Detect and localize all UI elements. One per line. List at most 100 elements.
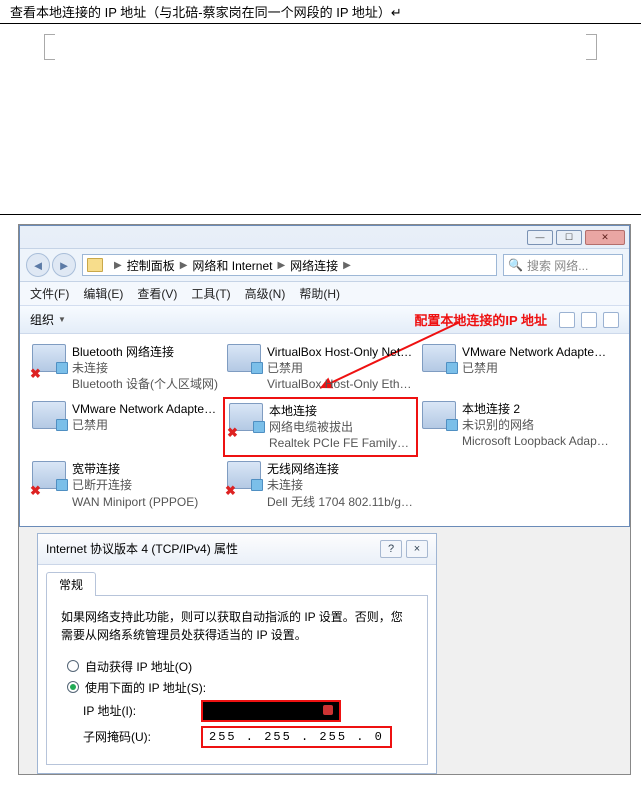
maximize-button[interactable]: ☐ xyxy=(556,230,582,245)
screenshot-container: — ☐ ✕ ◄ ► ▶ 控制面板 ▶ 网络和 Internet ▶ 网络连接 ▶ xyxy=(18,224,631,775)
connection-title: VirtualBox Host-Only Network xyxy=(267,344,414,360)
connection-title: 宽带连接 xyxy=(72,461,198,477)
chevron-right-icon: ▶ xyxy=(277,260,285,271)
subnet-mask-label: 子网掩码(U): xyxy=(83,728,193,745)
connection-item[interactable]: ✖无线网络连接未连接Dell 无线 1704 802.11b/g/n (2... xyxy=(223,457,418,514)
breadcrumb-item[interactable]: 网络连接 xyxy=(290,257,338,274)
menu-advanced[interactable]: 高级(N) xyxy=(245,285,286,302)
annotation-text: 配置本地连接的IP 地址 xyxy=(414,310,547,329)
tab-strip: 常规 xyxy=(38,565,436,595)
folder-icon xyxy=(87,258,103,272)
view-icon-button[interactable] xyxy=(581,312,597,328)
connection-detail: VirtualBox Host-Only Ethernet ... xyxy=(267,376,414,392)
menu-edit[interactable]: 编辑(E) xyxy=(83,285,123,302)
network-adapter-icon: ✖ xyxy=(229,403,263,437)
connection-text: 本地连接 2未识别的网络Microsoft Loopback Adapter xyxy=(462,401,609,450)
chevron-right-icon: ▶ xyxy=(180,260,188,271)
connection-title: 本地连接 xyxy=(269,403,412,419)
dialog-description: 如果网络支持此功能，则可以获取自动指派的 IP 设置。否则，您需要从网络系统管理… xyxy=(61,608,413,644)
connection-detail: Microsoft Loopback Adapter xyxy=(462,433,609,449)
menu-tools[interactable]: 工具(T) xyxy=(191,285,230,302)
connection-item[interactable]: VirtualBox Host-Only Network已禁用VirtualBo… xyxy=(223,340,418,397)
connection-status: 网络电缆被拔出 xyxy=(269,419,412,435)
network-adapter-icon xyxy=(32,401,66,435)
chevron-right-icon: ▶ xyxy=(114,260,122,271)
help-icon[interactable] xyxy=(603,312,619,328)
tab-general[interactable]: 常规 xyxy=(46,572,96,596)
connection-detail: Realtek PCIe FE Family Control... xyxy=(269,435,412,451)
connection-text: Bluetooth 网络连接未连接Bluetooth 设备(个人区域网) xyxy=(72,344,218,393)
subnet-mask-field[interactable]: 255 . 255 . 255 . 0 xyxy=(201,726,392,748)
ip-address-label: IP 地址(I): xyxy=(83,702,193,719)
error-x-icon: ✖ xyxy=(30,366,41,382)
network-adapter-icon: ✖ xyxy=(32,461,66,495)
connection-title: VMware Network Adapter VMnet8 xyxy=(72,401,219,417)
connection-detail: Bluetooth 设备(个人区域网) xyxy=(72,376,218,392)
breadcrumb-item[interactable]: 控制面板 xyxy=(127,257,175,274)
ip-address-field[interactable] xyxy=(201,700,341,722)
error-x-icon: ✖ xyxy=(225,483,236,499)
connection-title: VMware Network Adapter VMnet1 xyxy=(462,344,609,360)
close-button[interactable]: × xyxy=(406,540,428,558)
menu-file[interactable]: 文件(F) xyxy=(30,285,69,302)
tab-panel: 如果网络支持此功能，则可以获取自动指派的 IP 设置。否则，您需要从网络系统管理… xyxy=(46,595,428,765)
radio-icon xyxy=(67,660,79,672)
connection-status: 未识别的网络 xyxy=(462,417,609,433)
view-mode-buttons xyxy=(559,312,619,328)
explorer-window: — ☐ ✕ ◄ ► ▶ 控制面板 ▶ 网络和 Internet ▶ 网络连接 ▶ xyxy=(19,225,630,527)
nav-back-button[interactable]: ◄ xyxy=(26,253,50,277)
organize-button[interactable]: 组织 ▼ xyxy=(30,311,66,328)
network-adapter-icon: ✖ xyxy=(227,461,261,495)
doc-separator xyxy=(0,214,641,224)
search-input[interactable]: 🔍 搜索 网络... xyxy=(503,254,623,276)
dialog-title: Internet 协议版本 4 (TCP/IPv4) 属性 xyxy=(46,540,376,557)
connection-text: 宽带连接已断开连接WAN Miniport (PPPOE) xyxy=(72,461,198,510)
error-x-icon: ✖ xyxy=(227,425,238,441)
connection-item[interactable]: 本地连接 2未识别的网络Microsoft Loopback Adapter xyxy=(418,397,613,458)
organize-label: 组织 xyxy=(30,311,54,328)
connection-status: 未连接 xyxy=(267,477,414,493)
network-adapter-icon xyxy=(422,401,456,435)
breadcrumb-item[interactable]: 网络和 Internet xyxy=(192,257,272,274)
connection-text: VMware Network Adapter VMnet8已禁用 xyxy=(72,401,219,433)
help-button[interactable]: ? xyxy=(380,540,402,558)
window-titlebar: — ☐ ✕ xyxy=(20,226,629,248)
minimize-button[interactable]: — xyxy=(527,230,553,245)
view-icon-button[interactable] xyxy=(559,312,575,328)
menu-view[interactable]: 查看(V) xyxy=(137,285,177,302)
connection-item[interactable]: ✖ Bluetooth 网络连接未连接Bluetooth 设备(个人区域网) xyxy=(28,340,223,397)
connection-detail: Dell 无线 1704 802.11b/g/n (2... xyxy=(267,494,414,510)
dialog-titlebar: Internet 协议版本 4 (TCP/IPv4) 属性 ? × xyxy=(38,534,436,565)
error-x-icon: ✖ xyxy=(30,483,41,499)
network-adapter-icon xyxy=(422,344,456,378)
menu-bar: 文件(F) 编辑(E) 查看(V) 工具(T) 高级(N) 帮助(H) xyxy=(20,282,629,306)
breadcrumb-bar[interactable]: ▶ 控制面板 ▶ 网络和 Internet ▶ 网络连接 ▶ xyxy=(82,254,497,276)
network-adapter-icon xyxy=(227,344,261,378)
connection-title: 本地连接 2 xyxy=(462,401,609,417)
connection-status: 已禁用 xyxy=(462,360,609,376)
ipv4-properties-dialog: Internet 协议版本 4 (TCP/IPv4) 属性 ? × 常规 如果网… xyxy=(37,533,437,774)
connection-item[interactable]: ✖本地连接网络电缆被拔出Realtek PCIe FE Family Contr… xyxy=(223,397,418,458)
connection-detail: WAN Miniport (PPPOE) xyxy=(72,494,198,510)
chevron-down-icon: ▼ xyxy=(58,315,66,324)
connection-item[interactable]: VMware Network Adapter VMnet8已禁用 xyxy=(28,397,223,458)
address-row: ◄ ► ▶ 控制面板 ▶ 网络和 Internet ▶ 网络连接 ▶ 🔍 搜索 … xyxy=(20,248,629,282)
connection-text: 本地连接网络电缆被拔出Realtek PCIe FE Family Contro… xyxy=(269,403,412,452)
connection-text: 无线网络连接未连接Dell 无线 1704 802.11b/g/n (2... xyxy=(267,461,414,510)
connection-title: Bluetooth 网络连接 xyxy=(72,344,218,360)
radio-manual-ip[interactable]: 使用下面的 IP 地址(S): xyxy=(67,679,413,696)
nav-forward-button[interactable]: ► xyxy=(52,253,76,277)
menu-help[interactable]: 帮助(H) xyxy=(299,285,340,302)
toolbar: 组织 ▼ 配置本地连接的IP 地址 xyxy=(20,306,629,334)
connection-status: 未连接 xyxy=(72,360,218,376)
radio-auto-ip[interactable]: 自动获得 IP 地址(O) xyxy=(67,658,413,675)
close-button[interactable]: ✕ xyxy=(585,230,625,245)
connection-title: 无线网络连接 xyxy=(267,461,414,477)
connection-text: VMware Network Adapter VMnet1已禁用 xyxy=(462,344,609,376)
radio-icon xyxy=(67,681,79,693)
search-placeholder: 搜索 网络... xyxy=(527,257,588,274)
connection-item[interactable]: VMware Network Adapter VMnet1已禁用 xyxy=(418,340,613,397)
connection-item[interactable]: ✖宽带连接已断开连接WAN Miniport (PPPOE) xyxy=(28,457,223,514)
radio-label: 使用下面的 IP 地址(S): xyxy=(85,679,206,696)
connection-status: 已断开连接 xyxy=(72,477,198,493)
